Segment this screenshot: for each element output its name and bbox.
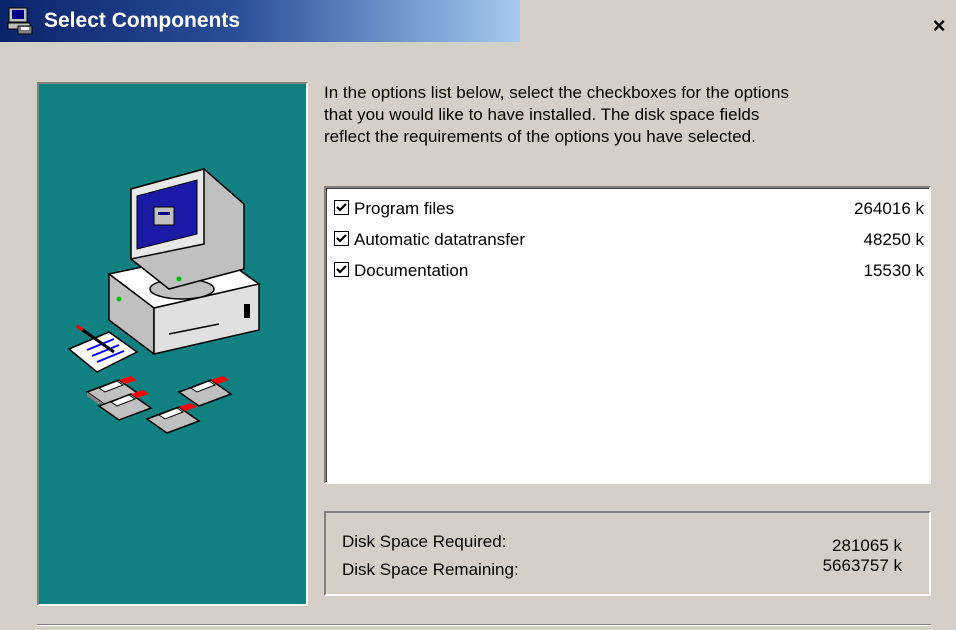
checkbox-checked-icon[interactable] <box>334 262 349 277</box>
bottom-separator <box>37 624 931 626</box>
components-listbox[interactable]: Program files 264016 k Automatic datatra… <box>324 186 931 484</box>
component-label: Program files <box>354 199 455 218</box>
title-bar: Select Components × <box>0 0 956 42</box>
window-title: Select Components <box>44 9 241 32</box>
component-item-automatic-datatransfer[interactable]: Automatic datatransfer 48250 k <box>332 227 924 257</box>
component-size: 15530 k <box>863 261 925 280</box>
disk-space-remaining-label: Disk Space Remaining: <box>342 560 519 579</box>
component-item-program-files[interactable]: Program files 264016 k <box>332 196 924 226</box>
component-item-documentation[interactable]: Documentation 15530 k <box>332 258 924 288</box>
instructions-text: In the options list below, select the ch… <box>324 82 924 148</box>
illustration-panel <box>37 82 308 606</box>
checkbox-checked-icon[interactable] <box>334 231 349 246</box>
installer-icon <box>6 6 36 36</box>
component-label: Documentation <box>354 261 469 280</box>
disk-space-required-value: 281065 k <box>832 536 902 555</box>
computer-with-floppy-disks-illustration <box>67 168 261 434</box>
close-icon: × <box>932 13 946 38</box>
component-label: Automatic datatransfer <box>354 230 526 249</box>
instructions-line-1: In the options list below, select the ch… <box>324 83 789 102</box>
instructions-line-3: reflect the requirements of the options … <box>324 127 756 146</box>
disk-space-required-label: Disk Space Required: <box>342 532 507 551</box>
disk-space-groupbox: Disk Space Required: 281065 k Disk Space… <box>324 511 931 596</box>
component-size: 48250 k <box>863 230 925 249</box>
checkbox-checked-icon[interactable] <box>334 200 349 215</box>
component-size: 264016 k <box>854 199 924 218</box>
close-button[interactable]: × <box>926 14 952 38</box>
disk-space-remaining-value: 5663757 k <box>822 556 902 575</box>
instructions-line-2: that you would like to have installed. T… <box>324 105 760 124</box>
